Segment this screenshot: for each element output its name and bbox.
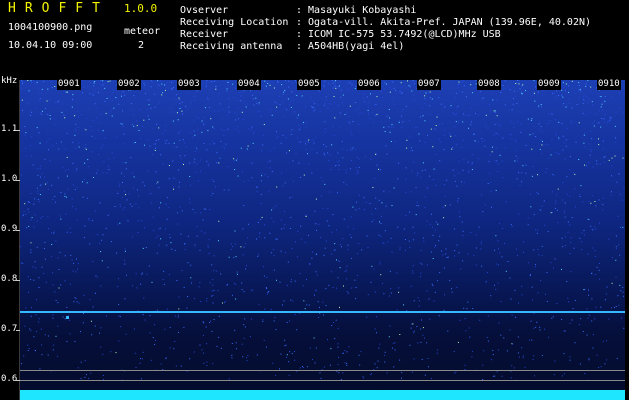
- time-label-0904: 0904: [237, 79, 261, 90]
- observer-label: Ovserver: [180, 5, 229, 16]
- meteor-label: meteor: [124, 26, 161, 37]
- time-label-0903: 0903: [177, 79, 201, 90]
- y-axis-line: [19, 80, 20, 400]
- app-title: HROFFT: [8, 1, 109, 16]
- reference-line: [20, 370, 625, 371]
- time-label-0909: 0909: [537, 79, 561, 90]
- freq-label-1.1: 1.1: [1, 124, 18, 134]
- y-axis-unit: kHz: [1, 76, 18, 86]
- receiver-value: : ICOM IC-575 53.7492(@LCD)MHz USB: [296, 29, 501, 40]
- time-label-0908: 0908: [477, 79, 501, 90]
- location-value: : Ogata-vill. Akita-Pref. JAPAN (139.96E…: [296, 17, 592, 28]
- antenna-value: : A504HB(yagi 4el): [296, 41, 405, 52]
- time-label-0905: 0905: [297, 79, 321, 90]
- time-label-0906: 0906: [357, 79, 381, 90]
- noise-floor-band: [20, 390, 625, 400]
- meteor-count: 2: [138, 40, 145, 51]
- reference-line: [20, 380, 625, 381]
- freq-label-0.8: 0.8: [1, 274, 18, 284]
- version-label: 1.0.0: [124, 2, 158, 15]
- right-edge: [625, 80, 629, 400]
- antenna-label: Receiving antenna: [180, 41, 283, 52]
- time-label-0901: 0901: [57, 79, 81, 90]
- time-label-0910: 0910: [597, 79, 621, 90]
- y-tick: [16, 330, 20, 331]
- freq-label-0.9: 0.9: [1, 224, 18, 234]
- spectrogram-area: [20, 80, 625, 400]
- freq-label-0.7: 0.7: [1, 324, 18, 334]
- time-label-0902: 0902: [117, 79, 141, 90]
- carrier-line: [20, 311, 625, 313]
- y-tick: [16, 180, 20, 181]
- freq-label-1.0: 1.0: [1, 174, 18, 184]
- filename-label: 1004100900.png: [8, 22, 93, 33]
- y-tick: [16, 280, 20, 281]
- meteor-echo: [66, 316, 69, 319]
- header-panel: HROFFT 1.0.0 1004100900.png 10.04.10 09:…: [0, 0, 629, 80]
- observer-value: : Masayuki Kobayashi: [296, 5, 417, 16]
- receiver-label: Receiver: [180, 29, 229, 40]
- location-label: Receiving Location: [180, 17, 289, 28]
- y-tick: [16, 230, 20, 231]
- time-label-0907: 0907: [417, 79, 441, 90]
- spectrogram-noise: [20, 80, 625, 381]
- freq-label-0.6: 0.6: [1, 374, 18, 384]
- datetime-label: 10.04.10 09:00: [8, 40, 93, 51]
- y-tick: [16, 130, 20, 131]
